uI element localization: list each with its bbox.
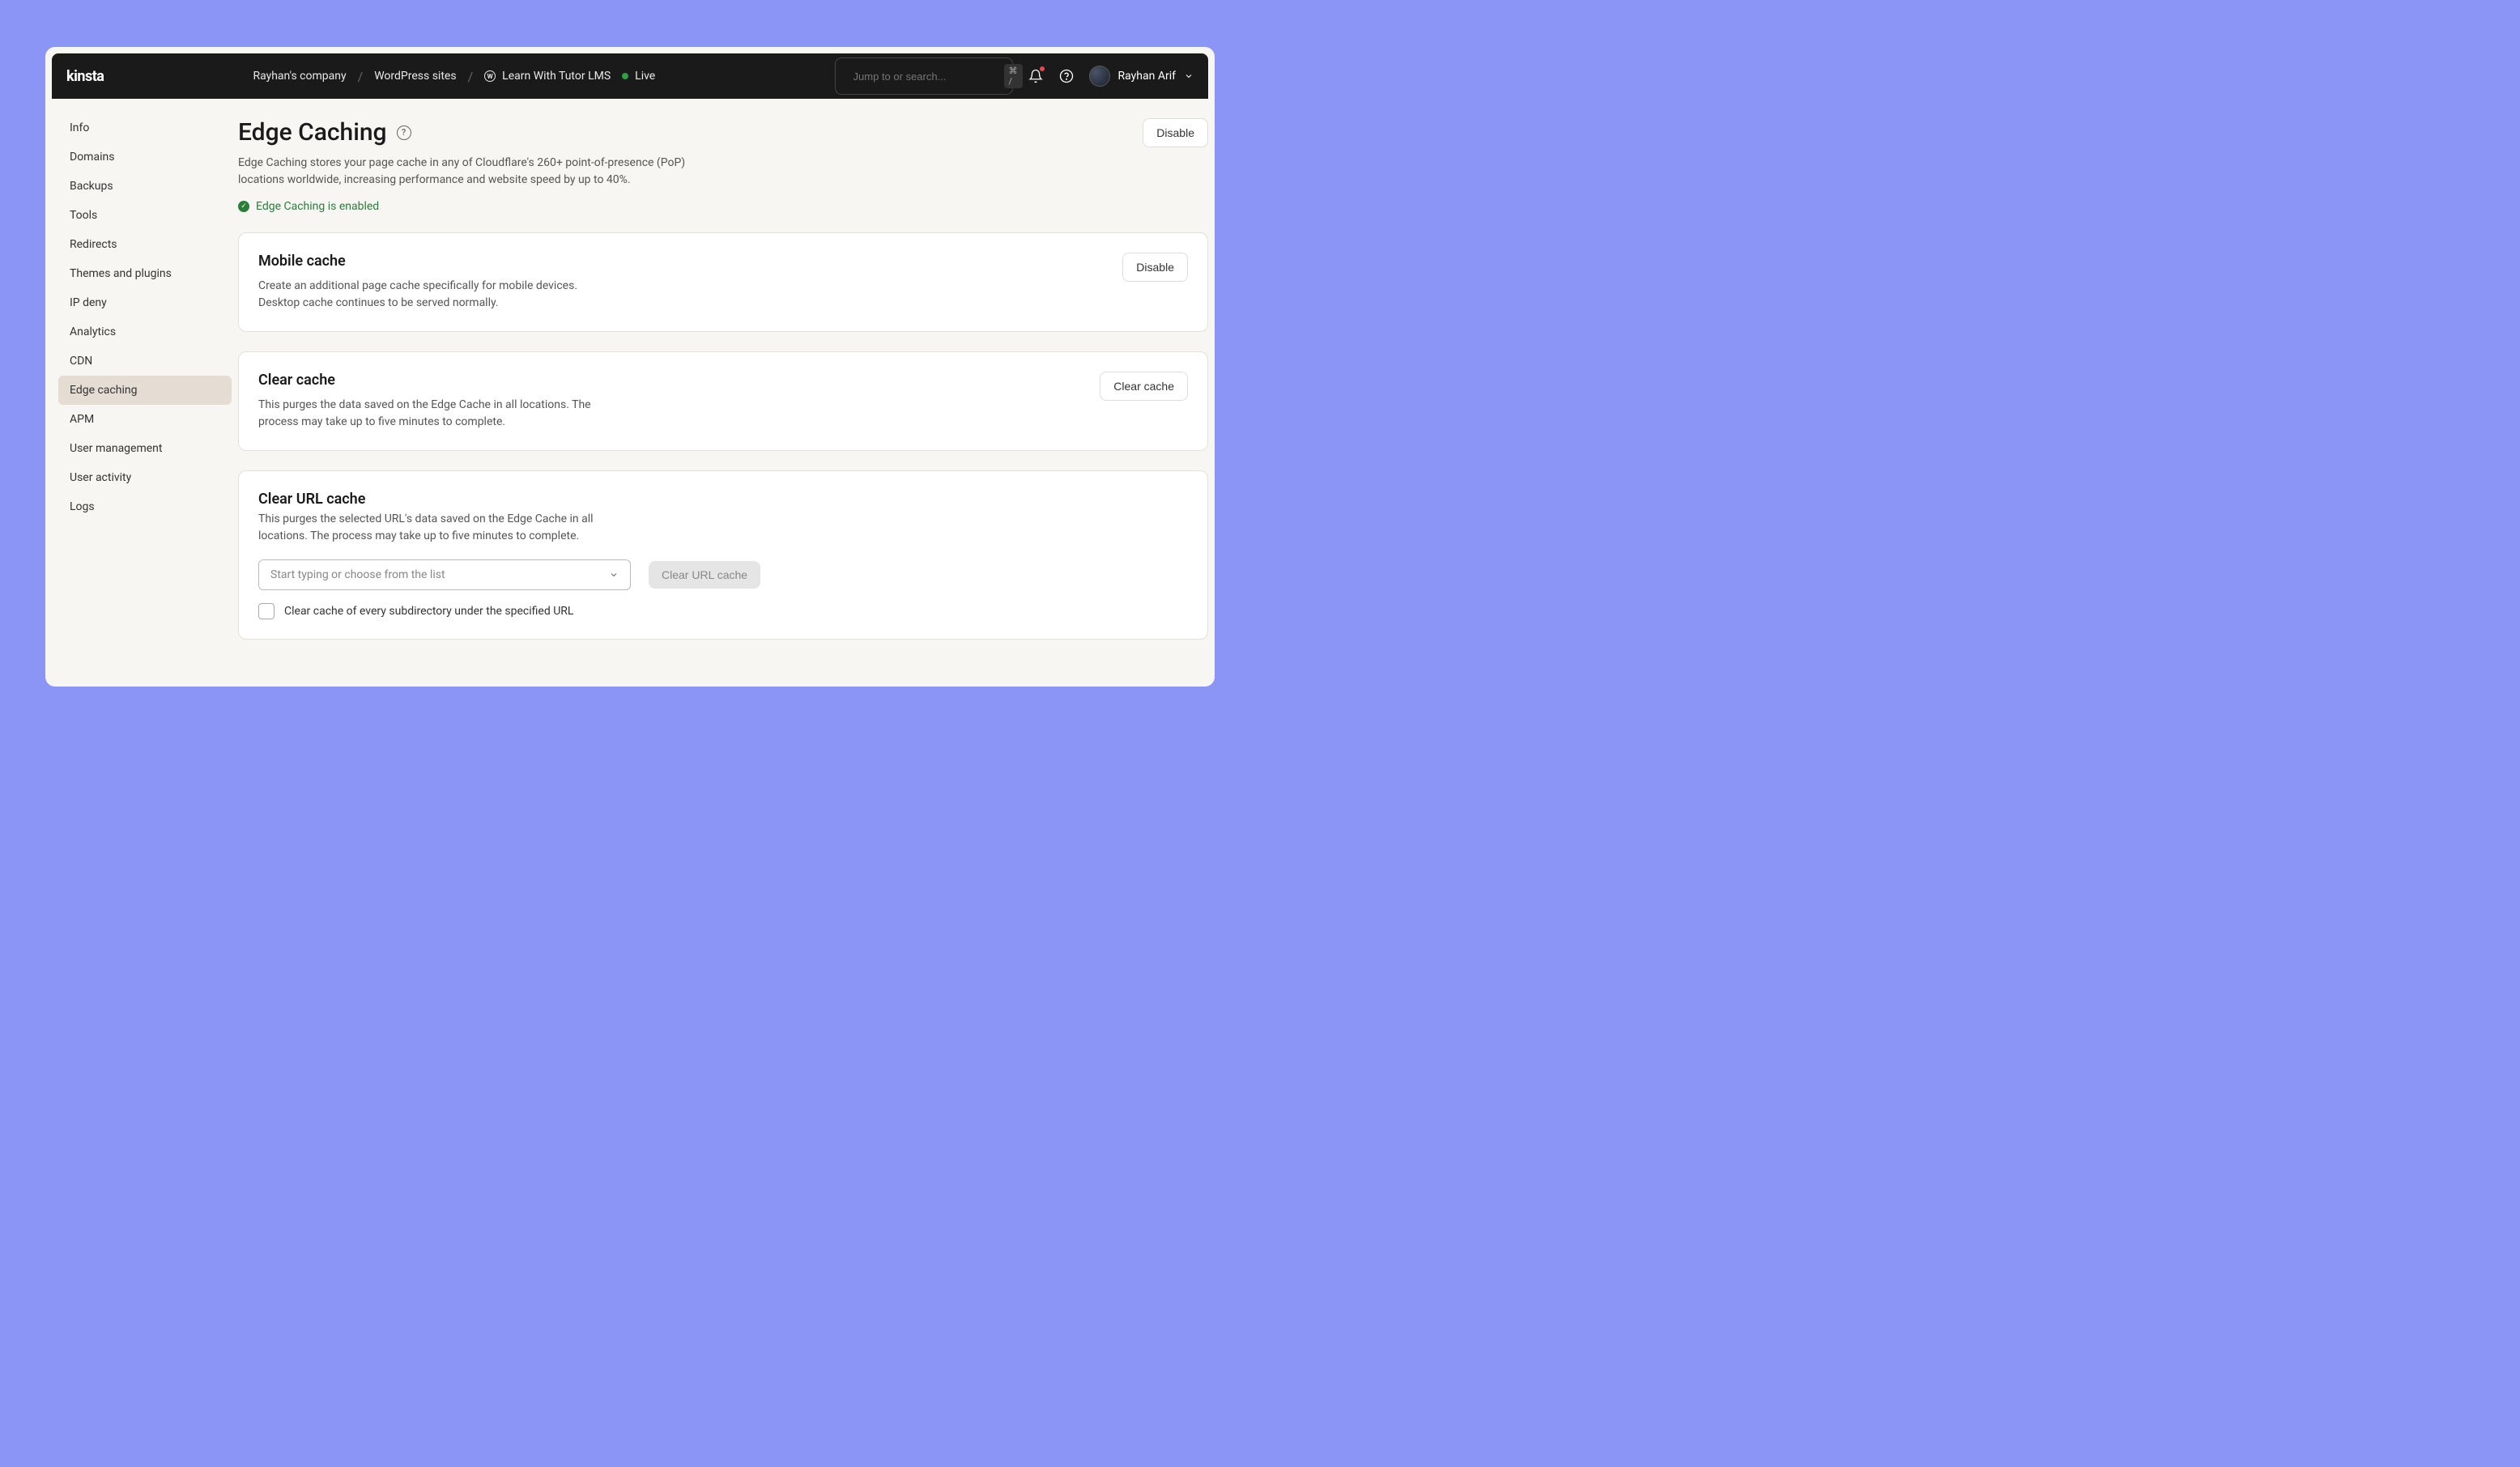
breadcrumb-company[interactable]: Rayhan's company <box>253 70 346 83</box>
sidebar-item-analytics[interactable]: Analytics <box>58 317 232 347</box>
notification-dot-icon <box>1040 66 1045 71</box>
sidebar-item-themes-plugins[interactable]: Themes and plugins <box>58 259 232 288</box>
chevron-down-icon <box>1184 71 1194 81</box>
wordpress-icon: W <box>484 70 496 82</box>
sidebar: Info Domains Backups Tools Redirects The… <box>52 99 238 680</box>
sidebar-item-user-activity[interactable]: User activity <box>58 463 232 492</box>
sidebar-item-logs[interactable]: Logs <box>58 492 232 521</box>
help-icon <box>1059 69 1074 83</box>
status-text: Edge Caching is enabled <box>256 200 379 213</box>
url-combobox[interactable]: Start typing or choose from the list <box>258 559 631 590</box>
search-shortcut: ⌘ / <box>1004 64 1023 88</box>
notifications-button[interactable] <box>1028 68 1044 84</box>
clear-url-cache-title: Clear URL cache <box>258 491 1188 508</box>
avatar <box>1089 66 1110 87</box>
top-bar: kinsta Rayhan's company / WordPress site… <box>52 53 1208 99</box>
clear-url-cache-button[interactable]: Clear URL cache <box>649 561 760 589</box>
search-box[interactable]: ⌘ / <box>835 57 1013 95</box>
clear-cache-title: Clear cache <box>258 372 598 389</box>
disable-mobile-cache-button[interactable]: Disable <box>1122 253 1188 282</box>
sidebar-item-user-management[interactable]: User management <box>58 434 232 463</box>
user-menu[interactable]: Rayhan Arif <box>1089 66 1194 87</box>
clear-cache-button[interactable]: Clear cache <box>1100 372 1188 401</box>
sidebar-item-edge-caching[interactable]: Edge caching <box>58 376 232 405</box>
subdirectory-checkbox-label: Clear cache of every subdirectory under … <box>284 605 573 618</box>
mobile-cache-description: Create an additional page cache specific… <box>258 278 598 312</box>
breadcrumb: Rayhan's company / WordPress sites / W L… <box>253 69 655 84</box>
help-tooltip-icon[interactable]: ? <box>397 125 411 140</box>
breadcrumb-separator: / <box>358 69 364 84</box>
disable-edge-caching-button[interactable]: Disable <box>1143 118 1208 147</box>
clear-cache-description: This purges the data saved on the Edge C… <box>258 397 598 431</box>
sidebar-item-cdn[interactable]: CDN <box>58 347 232 376</box>
breadcrumb-site[interactable]: W Learn With Tutor LMS <box>484 70 611 83</box>
sidebar-item-redirects[interactable]: Redirects <box>58 230 232 259</box>
breadcrumb-section[interactable]: WordPress sites <box>374 70 456 83</box>
clear-url-cache-card: Clear URL cache This purges the selected… <box>238 470 1208 640</box>
sidebar-item-domains[interactable]: Domains <box>58 142 232 172</box>
subdirectory-checkbox-row[interactable]: Clear cache of every subdirectory under … <box>258 603 1188 619</box>
sidebar-item-ip-deny[interactable]: IP deny <box>58 288 232 317</box>
help-button[interactable] <box>1058 68 1075 84</box>
check-icon: ✓ <box>238 201 249 212</box>
search-input[interactable] <box>853 70 996 83</box>
combobox-placeholder: Start typing or choose from the list <box>270 568 445 581</box>
site-status: Live <box>622 70 655 83</box>
logo[interactable]: kinsta <box>66 68 104 85</box>
clear-cache-card: Clear cache This purges the data saved o… <box>238 351 1208 451</box>
page-title: Edge Caching ? <box>238 118 692 147</box>
subdirectory-checkbox[interactable] <box>258 603 275 619</box>
mobile-cache-card: Mobile cache Create an additional page c… <box>238 232 1208 332</box>
sidebar-item-apm[interactable]: APM <box>58 405 232 434</box>
status-dot-icon <box>622 73 628 79</box>
breadcrumb-separator: / <box>468 69 474 84</box>
chevron-down-icon <box>609 570 619 580</box>
sidebar-item-info[interactable]: Info <box>58 113 232 142</box>
sidebar-item-tools[interactable]: Tools <box>58 201 232 230</box>
content: Edge Caching ? Edge Caching stores your … <box>238 99 1208 680</box>
sidebar-item-backups[interactable]: Backups <box>58 172 232 201</box>
username: Rayhan Arif <box>1118 70 1176 83</box>
page-description: Edge Caching stores your page cache in a… <box>238 155 692 189</box>
clear-url-cache-description: This purges the selected URL's data save… <box>258 511 615 545</box>
mobile-cache-title: Mobile cache <box>258 253 598 270</box>
status-line: ✓ Edge Caching is enabled <box>238 200 692 213</box>
